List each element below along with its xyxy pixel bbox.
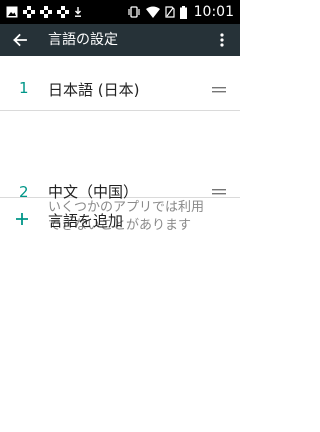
language-name: 日本語 (日本) bbox=[48, 81, 140, 99]
checker-icon bbox=[23, 6, 35, 18]
checker-icon bbox=[40, 6, 52, 18]
more-vert-icon bbox=[220, 33, 224, 47]
add-language-button[interactable]: 言語を追加 bbox=[0, 198, 240, 244]
language-list: 1 日本語 (日本) 2 中文（中国） いくつかのアプリでは利用できないことがあ… bbox=[0, 56, 240, 244]
status-bar: 10:01 bbox=[0, 0, 240, 24]
drag-handle-icon[interactable] bbox=[212, 188, 226, 196]
drag-handle-icon[interactable] bbox=[212, 86, 226, 94]
wifi-icon bbox=[145, 6, 160, 18]
photo-icon bbox=[6, 6, 18, 18]
notification-icons bbox=[6, 5, 82, 19]
download-icon bbox=[75, 7, 81, 17]
clock: 10:01 bbox=[193, 4, 234, 20]
language-item-ja[interactable]: 1 日本語 (日本) bbox=[0, 56, 240, 111]
battery-icon bbox=[179, 5, 187, 19]
no-sim-icon bbox=[165, 6, 175, 18]
vibrate-icon bbox=[128, 6, 140, 18]
plus-icon bbox=[16, 213, 28, 225]
page-title: 言語の設定 bbox=[48, 32, 118, 48]
app-bar: 言語の設定 bbox=[0, 24, 240, 56]
overflow-menu-button[interactable] bbox=[212, 30, 232, 50]
system-icons: 10:01 bbox=[127, 3, 234, 21]
add-language-label: 言語を追加 bbox=[48, 212, 124, 230]
arrow-back-icon bbox=[13, 33, 27, 47]
checker-icon bbox=[57, 6, 69, 18]
back-button[interactable] bbox=[10, 30, 30, 50]
language-item-zh[interactable]: 2 中文（中国） いくつかのアプリでは利用できないことがあります bbox=[0, 111, 240, 233]
language-index: 1 bbox=[19, 79, 29, 97]
